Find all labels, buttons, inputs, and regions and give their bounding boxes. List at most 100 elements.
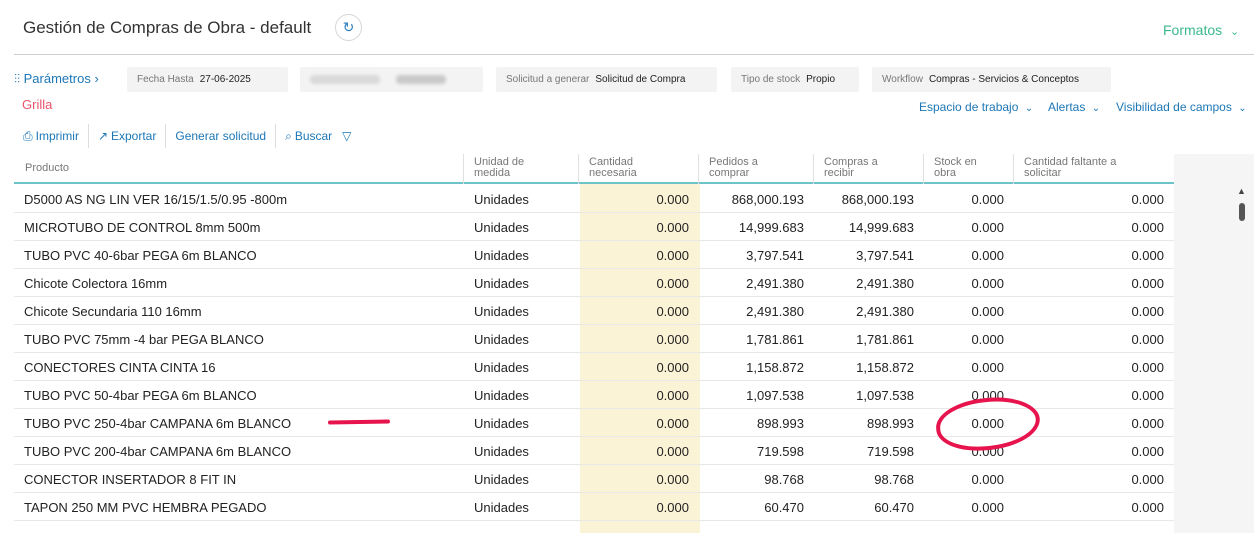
column-header[interactable]: Cantidad faltante a solicitar [1024, 157, 1154, 179]
faltante-cell: 0.000 [1131, 472, 1164, 487]
cantidad-cell: 0.000 [656, 388, 689, 403]
refresh-button[interactable]: ↻ [335, 14, 362, 41]
page-header: Gestión de Compras de Obra - default ↻ F… [0, 0, 1255, 56]
buscar-button[interactable]: ⌕ Buscar ▽ [275, 124, 360, 148]
workflow-value: Compras - Servicios & Conceptos [928, 74, 1079, 85]
search-icon: ⌕ [285, 128, 292, 143]
chevron-right-icon: › [94, 71, 99, 86]
faltante-cell: 0.000 [1131, 192, 1164, 207]
unidad-cell: Unidades [474, 416, 529, 431]
table-row[interactable]: D5000 AS NG LIN VER 16/15/1.5/0.95 -800m… [14, 185, 1174, 213]
tipo-stock-label: Tipo de stock [741, 74, 801, 85]
producto-cell: Chicote Secundaria 110 16mm [24, 304, 202, 319]
cantidad-cell: 0.000 [656, 304, 689, 319]
solicitud-chip[interactable]: Solicitud a generar Solicitud de Compra [496, 67, 717, 92]
column-header[interactable]: Stock en obra [934, 157, 994, 179]
pedidos-cell: 2,491.380 [746, 304, 804, 319]
column-header[interactable]: Unidad de medida [474, 157, 554, 179]
column-header[interactable]: Pedidos a comprar [709, 157, 779, 179]
unidad-cell: Unidades [474, 500, 529, 515]
unidad-cell: Unidades [474, 192, 529, 207]
redacted-label [310, 75, 380, 84]
tipo-stock-chip[interactable]: Tipo de stock Propio [731, 67, 859, 92]
column-header[interactable]: Producto [25, 163, 69, 174]
formatos-label: Formatos [1163, 22, 1223, 38]
visibilidad-label: Visibilidad de campos [1116, 100, 1232, 114]
page-title: Gestión de Compras de Obra - default [23, 18, 312, 37]
compras-cell: 3,797.541 [856, 248, 914, 263]
producto-cell: TUBO PVC 40-6bar PEGA 6m BLANCO [24, 248, 257, 263]
parametros-label: Parámetros [23, 71, 91, 86]
table-row[interactable]: TAPON 250 MM PVC HEMBRA PEGADO Unidades 0.… [14, 493, 1174, 521]
chevron-down-icon: ⌄ [1024, 103, 1034, 114]
scroll-up-icon[interactable]: ▲ [1237, 186, 1246, 196]
parametros-link[interactable]: ⫶⫶ Parámetros › [14, 71, 99, 87]
unidad-cell: Unidades [474, 248, 529, 263]
column-divider [463, 154, 464, 184]
cantidad-cell: 0.000 [656, 472, 689, 487]
table-row[interactable]: Chicote Colectora 16mm Unidades 0.000 2,491… [14, 269, 1174, 297]
unidad-cell: Unidades [474, 360, 529, 375]
generar-solicitud-button[interactable]: Generar solicitud [165, 124, 275, 148]
faltante-cell: 0.000 [1131, 500, 1164, 515]
producto-cell: MICROTUBO DE CONTROL 8mm 500m [24, 220, 261, 235]
compras-cell: 719.598 [867, 444, 914, 459]
formatos-dropdown[interactable]: Formatos ⌄ [1163, 22, 1239, 38]
visibilidad-dropdown[interactable]: Visibilidad de campos ⌄ [1116, 100, 1247, 114]
unidad-cell: Unidades [474, 472, 529, 487]
column-header[interactable]: Compras a recibir [824, 157, 894, 179]
cantidad-cell: 0.000 [656, 416, 689, 431]
producto-cell: TAPON 250 MM PVC HEMBRA PEGADO [24, 500, 267, 515]
pedidos-cell: 98.768 [764, 472, 804, 487]
producto-cell: Chicote Colectora 16mm [24, 276, 168, 291]
exportar-button[interactable]: ↗ Exportar [87, 124, 165, 148]
column-divider [923, 154, 924, 184]
cantidad-cell: 0.000 [656, 220, 689, 235]
column-divider [578, 154, 579, 184]
header-divider [14, 54, 1254, 55]
table-row[interactable]: CONECTOR INSERTADOR 8 FIT IN Unidades 0.00… [14, 465, 1174, 493]
espacio-trabajo-dropdown[interactable]: Espacio de trabajo ⌄ [919, 100, 1033, 114]
filter-icon[interactable]: ▽ [342, 129, 351, 143]
faltante-cell: 0.000 [1131, 276, 1164, 291]
column-header[interactable]: Cantidad necesaria [589, 157, 659, 179]
stock-cell: 0.000 [971, 500, 1004, 515]
generar-label: Generar solicitud [175, 129, 267, 143]
compras-cell: 1,781.861 [856, 332, 914, 347]
chevron-down-icon: ⌄ [1230, 26, 1240, 38]
cantidad-cell: 0.000 [656, 360, 689, 375]
pedidos-cell: 14,999.683 [738, 220, 804, 235]
table-row[interactable]: MICROTUBO DE CONTROL 8mm 500m Unidades 0.0… [14, 213, 1174, 241]
printer-icon: ⎙ [23, 128, 33, 143]
table-row[interactable]: TUBO PVC 75mm -4 bar PEGA BLANCO Unidades… [14, 325, 1174, 353]
unidad-cell: Unidades [474, 388, 529, 403]
compras-cell: 60.470 [874, 500, 914, 515]
scroll-thumb[interactable] [1239, 203, 1245, 221]
column-divider [698, 154, 699, 184]
alertas-dropdown[interactable]: Alertas ⌄ [1048, 100, 1100, 114]
compras-cell: 14,999.683 [848, 220, 914, 235]
table-row[interactable]: Chicote Secundaria 110 16mm Unidades 0.000… [14, 297, 1174, 325]
redacted-chip[interactable] [300, 67, 483, 92]
cantidad-cell: 0.000 [656, 276, 689, 291]
grid-toolbar: ⎙ Imprimir ↗ Exportar Generar solicitud … [14, 124, 360, 148]
imprimir-button[interactable]: ⎙ Imprimir [14, 124, 88, 148]
fecha-hasta-chip[interactable]: Fecha Hasta 27-06-2025 [127, 67, 288, 92]
pedidos-cell: 868,000.193 [731, 192, 804, 207]
workflow-label: Workflow [882, 74, 923, 85]
compras-cell: 898.993 [867, 416, 914, 431]
faltante-cell: 0.000 [1131, 220, 1164, 235]
compras-cell: 98.768 [874, 472, 914, 487]
vertical-scrollbar[interactable]: ▲ [1235, 184, 1249, 533]
stock-cell: 0.000 [971, 332, 1004, 347]
table-row[interactable]: TUBO PVC 40-6bar PEGA 6m BLANCO Unidades 0… [14, 241, 1174, 269]
pedidos-cell: 3,797.541 [746, 248, 804, 263]
producto-cell: TUBO PVC 200-4bar CAMPANA 6m BLANCO [24, 444, 292, 459]
workflow-chip[interactable]: Workflow Compras - Servicios & Conceptos [872, 67, 1111, 92]
buscar-label: Buscar [294, 129, 333, 143]
espacio-label: Espacio de trabajo [919, 100, 1019, 114]
table-row[interactable]: CONECTORES CINTA CINTA 16 Unidades 0.000 1,… [14, 353, 1174, 381]
tipo-stock-value: Propio [806, 74, 836, 85]
producto-cell: CONECTORES CINTA CINTA 16 [24, 360, 216, 375]
fecha-hasta-value: 27-06-2025 [199, 74, 251, 85]
